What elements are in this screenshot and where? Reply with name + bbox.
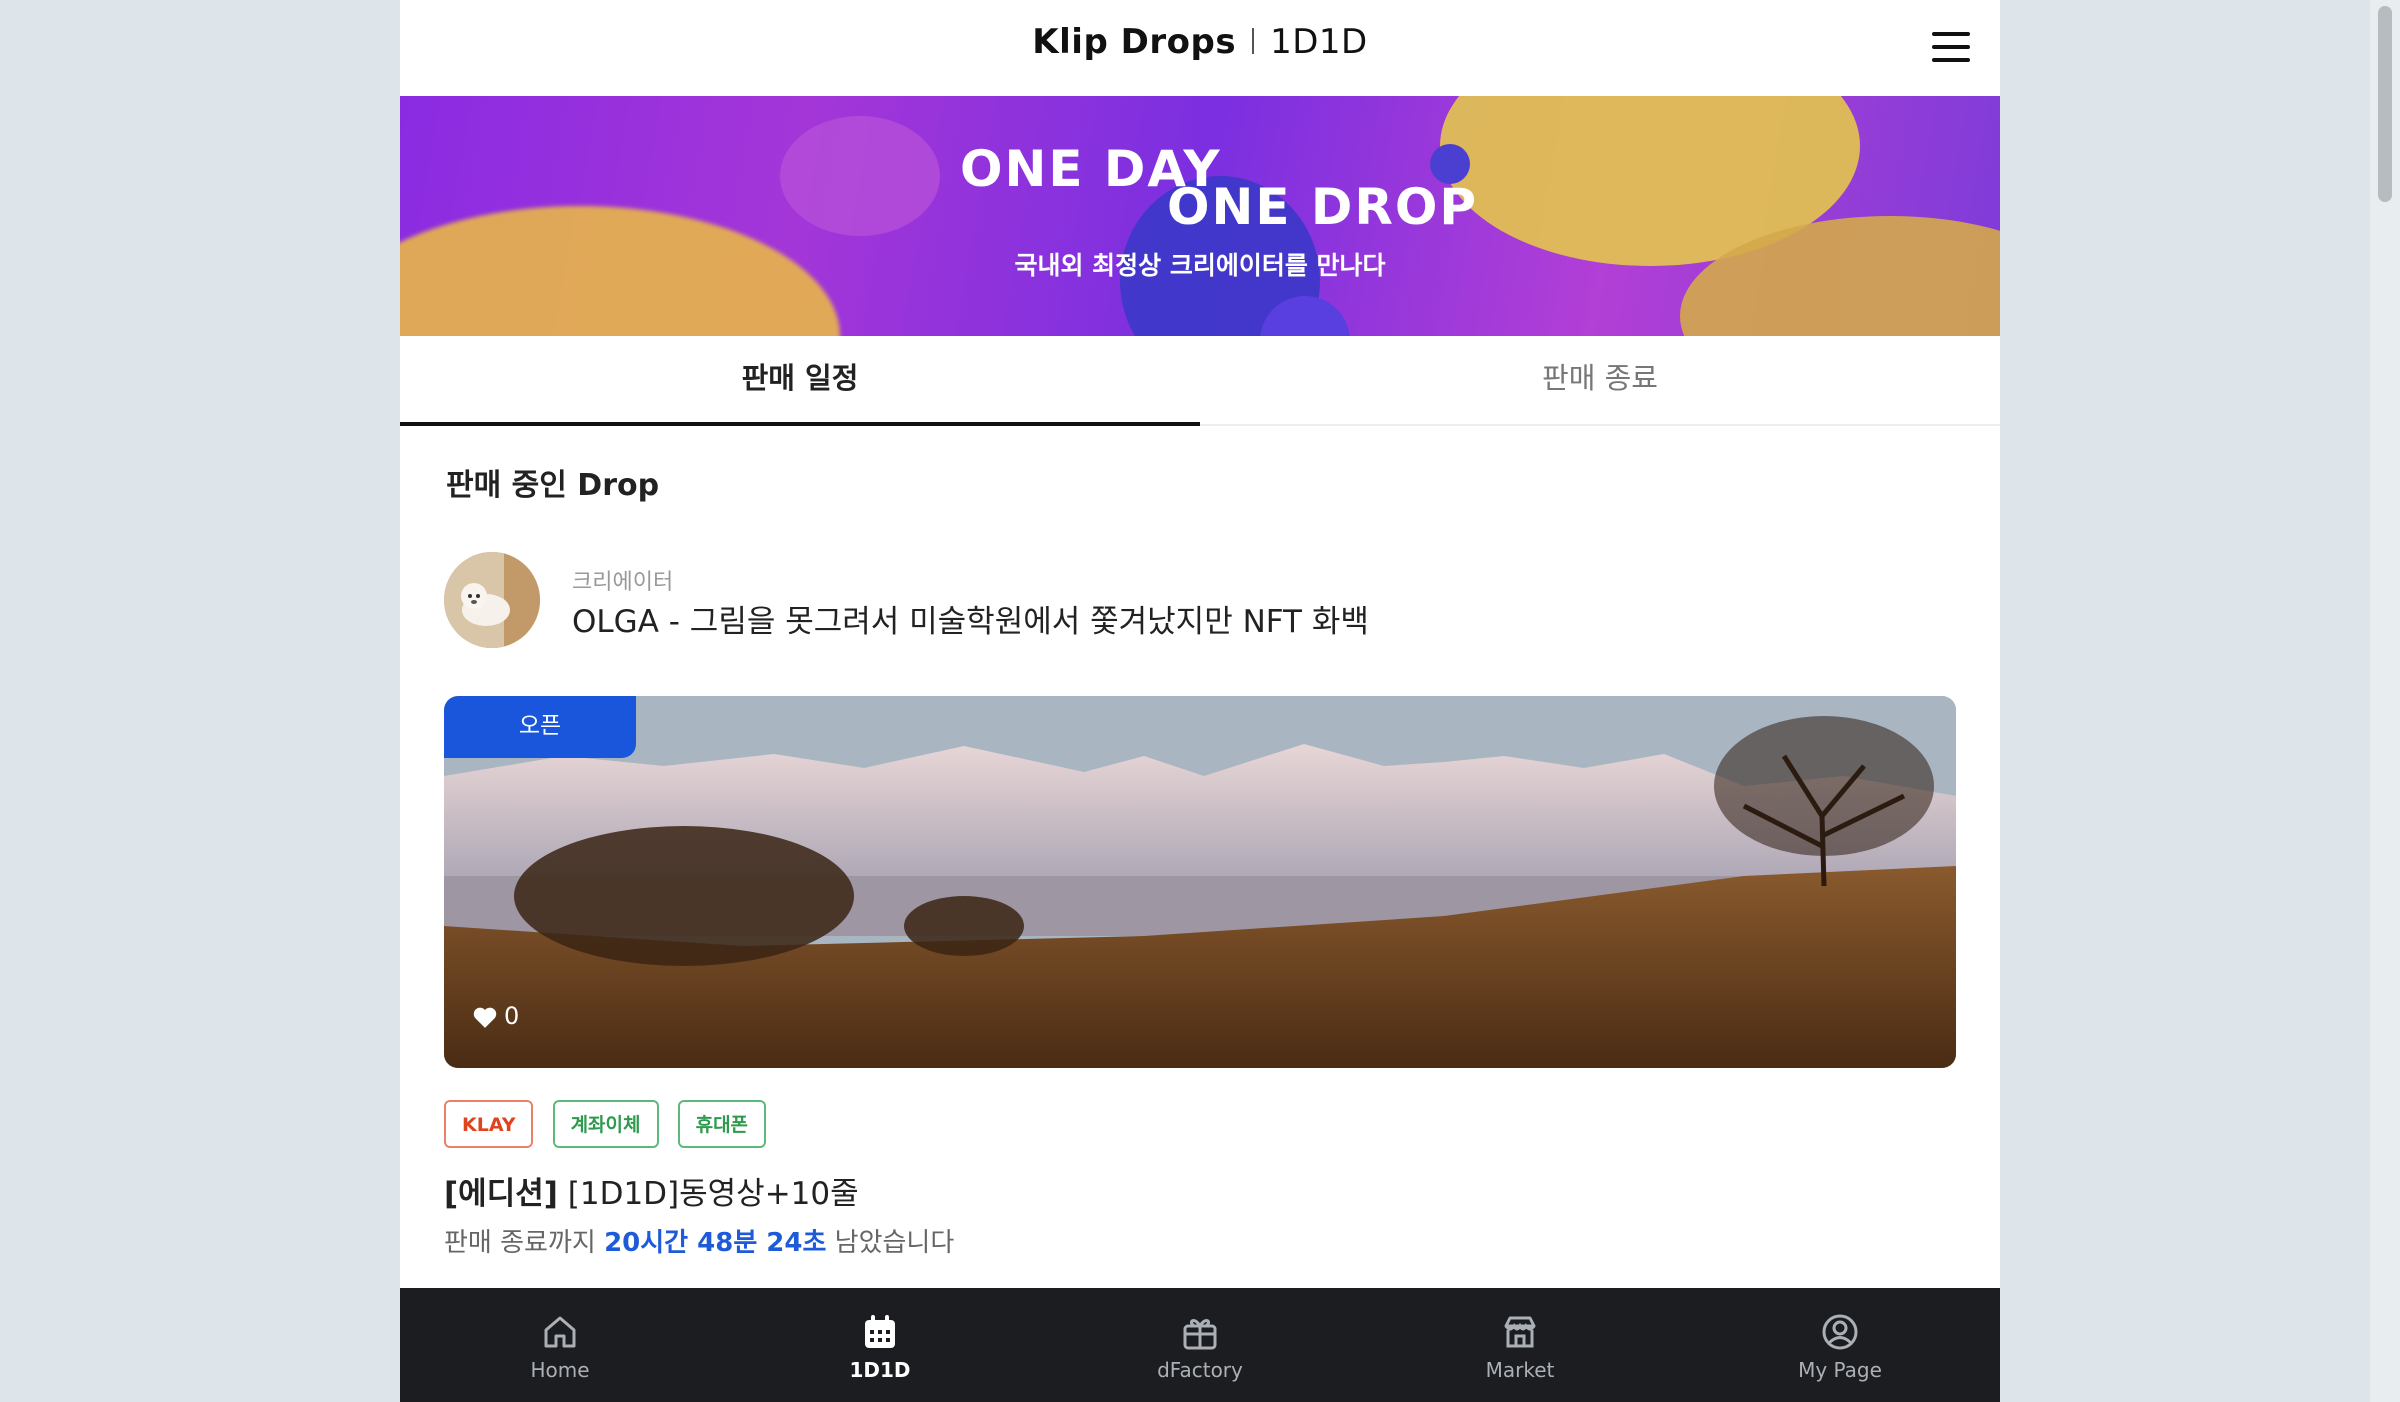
drop-title-prefix: [에디션] — [444, 1176, 558, 1212]
dog-avatar-image — [444, 552, 540, 648]
top-bar: Klip Drops 1D1D — [400, 0, 2000, 96]
home-icon — [544, 1316, 576, 1348]
scrollbar-thumb[interactable] — [2378, 6, 2392, 202]
remain-time-value: 20시간 48분 24초 — [604, 1228, 827, 1258]
nav-home[interactable]: Home — [400, 1288, 720, 1402]
nav-1d1d-label: 1D1D — [849, 1358, 911, 1382]
nav-dfactory-label: dFactory — [1157, 1358, 1243, 1382]
creator-avatar[interactable] — [444, 552, 540, 648]
status-badge: 오픈 — [444, 696, 636, 758]
page-scrollbar[interactable] — [2370, 0, 2400, 1402]
brand-section: 1D1D — [1270, 22, 1368, 62]
section-title: 판매 중인 Drop — [446, 468, 660, 503]
bottom-navigation: Home 1D1D dFactory Market My Page — [400, 1288, 2000, 1402]
nav-my-page[interactable]: My Page — [1680, 1288, 2000, 1402]
page: Klip Drops 1D1D ONE DAY ONE DROP 국내외 최정상 … — [400, 0, 2000, 1402]
drop-title[interactable]: [에디션] [1D1D]동영상+10줄 — [444, 1168, 859, 1213]
tag-mobile: 휴대폰 — [677, 1100, 767, 1148]
nav-market-label: Market — [1485, 1358, 1555, 1382]
brand-name: Klip Drops — [1032, 22, 1237, 62]
drop-image[interactable]: 오픈 0 — [444, 696, 1956, 1068]
remain-suffix: 남았습니다 — [826, 1228, 955, 1258]
like-counter[interactable]: 0 — [472, 1002, 519, 1030]
remain-prefix: 판매 종료까지 — [444, 1228, 605, 1258]
calendar-icon — [865, 1315, 895, 1348]
tab-sale-ended[interactable]: 판매 종료 — [1200, 336, 2000, 424]
nav-my-page-label: My Page — [1798, 1358, 1882, 1382]
user-circle-icon — [1822, 1314, 1858, 1350]
tag-klay: KLAY — [444, 1100, 534, 1148]
hamburger-menu-icon[interactable] — [1932, 30, 1972, 64]
heart-icon — [473, 1007, 497, 1028]
landscape-image — [444, 696, 1956, 1068]
gift-icon — [1183, 1319, 1217, 1350]
nav-home-label: Home — [530, 1358, 590, 1382]
payment-tags: KLAY 계좌이체 휴대폰 — [444, 1100, 780, 1148]
tab-bar: 판매 일정 판매 종료 — [400, 336, 2000, 426]
nav-1d1d[interactable]: 1D1D — [720, 1288, 1040, 1402]
tab-sale-schedule[interactable]: 판매 일정 — [400, 336, 1200, 426]
nav-market[interactable]: Market — [1360, 1288, 1680, 1402]
banner-title-line2: ONE DROP — [1167, 178, 1479, 236]
banner-subtitle: 국내외 최정상 크리에이터를 만나다 — [1014, 251, 1386, 280]
hero-banner[interactable]: ONE DAY ONE DROP 국내외 최정상 크리에이터를 만나다 — [400, 96, 2000, 336]
banner-blob — [780, 116, 940, 236]
remaining-time: 판매 종료까지 20시간 48분 24초 남았습니다 — [444, 1222, 954, 1259]
tag-bank-transfer: 계좌이체 — [552, 1100, 659, 1148]
brand-divider — [1252, 27, 1255, 54]
brand-logo[interactable]: Klip Drops 1D1D — [400, 22, 2000, 62]
nav-dfactory[interactable]: dFactory — [1040, 1288, 1360, 1402]
drop-title-text: [1D1D]동영상+10줄 — [557, 1176, 859, 1212]
like-count: 0 — [504, 1002, 520, 1030]
creator-label: 크리에이터 — [572, 570, 674, 595]
creator-name[interactable]: OLGA - 그림을 못그려서 미술학원에서 쫓겨났지만 NFT 화백 — [572, 596, 1369, 641]
store-icon — [1504, 1316, 1536, 1348]
